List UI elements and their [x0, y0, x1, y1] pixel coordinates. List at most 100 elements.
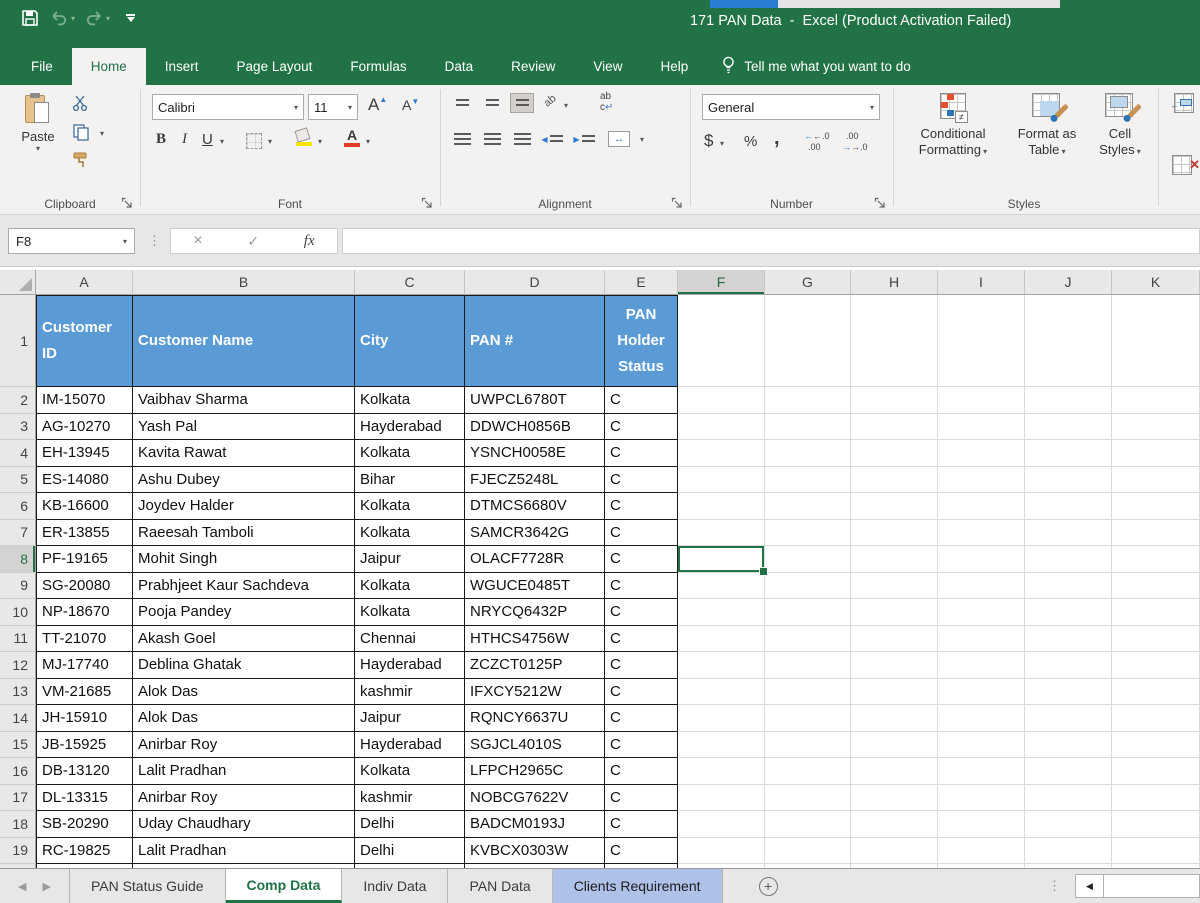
- cell-H2[interactable]: [851, 387, 938, 414]
- row-header-19[interactable]: 19: [0, 838, 36, 865]
- cell-A16[interactable]: DB-13120: [36, 758, 133, 785]
- grow-font-icon[interactable]: A▲: [368, 95, 387, 115]
- cell-D17[interactable]: NOBCG7622V: [465, 785, 605, 812]
- cell-F3[interactable]: [678, 414, 765, 441]
- clipboard-dialog-launcher-icon[interactable]: [121, 196, 133, 208]
- column-header-C[interactable]: C: [355, 270, 465, 295]
- cell-A15[interactable]: JB-15925: [36, 732, 133, 759]
- name-box[interactable]: F8 ▾: [8, 228, 135, 254]
- cell-E3[interactable]: C: [605, 414, 678, 441]
- cell-B2[interactable]: Vaibhav Sharma: [133, 387, 355, 414]
- cell-D13[interactable]: IFXCY5212W: [465, 679, 605, 706]
- cell-B15[interactable]: Anirbar Roy: [133, 732, 355, 759]
- tab-help[interactable]: Help: [641, 48, 707, 85]
- cell-I8[interactable]: [938, 546, 1025, 573]
- cell-B18[interactable]: Uday Chaudhary: [133, 811, 355, 838]
- cell-G5[interactable]: [765, 467, 851, 494]
- cell-G10[interactable]: [765, 599, 851, 626]
- sheet-tab-comp-data[interactable]: Comp Data: [226, 869, 343, 903]
- cell-H18[interactable]: [851, 811, 938, 838]
- cell-A12[interactable]: MJ-17740: [36, 652, 133, 679]
- tab-data[interactable]: Data: [426, 48, 493, 85]
- row-header-18[interactable]: 18: [0, 811, 36, 838]
- cell-D9[interactable]: WGUCE0485T: [465, 573, 605, 600]
- cell-K12[interactable]: [1112, 652, 1200, 679]
- cell-H14[interactable]: [851, 705, 938, 732]
- decrease-indent-icon[interactable]: ◀: [540, 129, 564, 149]
- cell-G13[interactable]: [765, 679, 851, 706]
- cell-G9[interactable]: [765, 573, 851, 600]
- merge-center-icon[interactable]: ↔: [608, 131, 630, 147]
- borders-dropdown-icon[interactable]: ▾: [268, 137, 272, 146]
- cell-I15[interactable]: [938, 732, 1025, 759]
- cell-B14[interactable]: Alok Das: [133, 705, 355, 732]
- undo-dropdown-icon[interactable]: ▾: [71, 14, 75, 23]
- cell-E11[interactable]: C: [605, 626, 678, 653]
- italic-icon[interactable]: I: [182, 131, 187, 148]
- row-header-4[interactable]: 4: [0, 440, 36, 467]
- column-header-D[interactable]: D: [465, 270, 605, 295]
- cell-D8[interactable]: OLACF7728R: [465, 546, 605, 573]
- font-color-icon[interactable]: A: [344, 129, 360, 147]
- cell-A5[interactable]: ES-14080: [36, 467, 133, 494]
- cell-B3[interactable]: Yash Pal: [133, 414, 355, 441]
- select-all-corner[interactable]: [0, 270, 36, 295]
- underline-dropdown-icon[interactable]: ▾: [220, 137, 224, 146]
- cell-C3[interactable]: Hayderabad: [355, 414, 465, 441]
- cell-J11[interactable]: [1025, 626, 1112, 653]
- undo-button[interactable]: ▾: [50, 10, 75, 26]
- middle-align-icon[interactable]: [480, 93, 504, 113]
- cell-A3[interactable]: AG-10270: [36, 414, 133, 441]
- cell-C18[interactable]: Delhi: [355, 811, 465, 838]
- cell-J15[interactable]: [1025, 732, 1112, 759]
- align-center-icon[interactable]: [480, 129, 504, 149]
- formula-input[interactable]: [342, 228, 1200, 254]
- cell-E6[interactable]: C: [605, 493, 678, 520]
- cell-E18[interactable]: C: [605, 811, 678, 838]
- cell-A10[interactable]: NP-18670: [36, 599, 133, 626]
- cell-K10[interactable]: [1112, 599, 1200, 626]
- row-header-12[interactable]: 12: [0, 652, 36, 679]
- cell-C5[interactable]: Bihar: [355, 467, 465, 494]
- cell-H10[interactable]: [851, 599, 938, 626]
- cell-F14[interactable]: [678, 705, 765, 732]
- font-name-select[interactable]: Calibri▾: [152, 94, 304, 120]
- cell-F8[interactable]: [678, 546, 765, 573]
- sheet-tab-pan-status-guide[interactable]: PAN Status Guide: [70, 869, 226, 903]
- tab-formulas[interactable]: Formulas: [331, 48, 425, 85]
- cell-B5[interactable]: Ashu Dubey: [133, 467, 355, 494]
- cell-I12[interactable]: [938, 652, 1025, 679]
- cell-C17[interactable]: kashmir: [355, 785, 465, 812]
- row-header-5[interactable]: 5: [0, 467, 36, 494]
- cell-G6[interactable]: [765, 493, 851, 520]
- cell-F15[interactable]: [678, 732, 765, 759]
- cell-I17[interactable]: [938, 785, 1025, 812]
- cell-K19[interactable]: [1112, 838, 1200, 865]
- cell-B16[interactable]: Lalit Pradhan: [133, 758, 355, 785]
- cell-G12[interactable]: [765, 652, 851, 679]
- cell-C16[interactable]: Kolkata: [355, 758, 465, 785]
- cell-F7[interactable]: [678, 520, 765, 547]
- cell-D2[interactable]: UWPCL6780T: [465, 387, 605, 414]
- currency-icon[interactable]: $: [704, 131, 713, 151]
- cell-I7[interactable]: [938, 520, 1025, 547]
- cell-B11[interactable]: Akash Goel: [133, 626, 355, 653]
- cell-I18[interactable]: [938, 811, 1025, 838]
- cell-G1[interactable]: [765, 295, 851, 387]
- cell-F9[interactable]: [678, 573, 765, 600]
- cell-K3[interactable]: [1112, 414, 1200, 441]
- underline-icon[interactable]: U: [202, 131, 213, 148]
- row-header-6[interactable]: 6: [0, 493, 36, 520]
- cell-E2[interactable]: C: [605, 387, 678, 414]
- cell-A19[interactable]: RC-19825: [36, 838, 133, 865]
- cell-E19[interactable]: C: [605, 838, 678, 865]
- cell-B17[interactable]: Anirbar Roy: [133, 785, 355, 812]
- cell-F6[interactable]: [678, 493, 765, 520]
- name-box-dropdown-icon[interactable]: ▾: [123, 237, 127, 246]
- cell-J5[interactable]: [1025, 467, 1112, 494]
- cell-B8[interactable]: Mohit Singh: [133, 546, 355, 573]
- cell-H13[interactable]: [851, 679, 938, 706]
- cell-D14[interactable]: RQNCY6637U: [465, 705, 605, 732]
- add-sheet-button[interactable]: +: [759, 877, 778, 896]
- cell-A11[interactable]: TT-21070: [36, 626, 133, 653]
